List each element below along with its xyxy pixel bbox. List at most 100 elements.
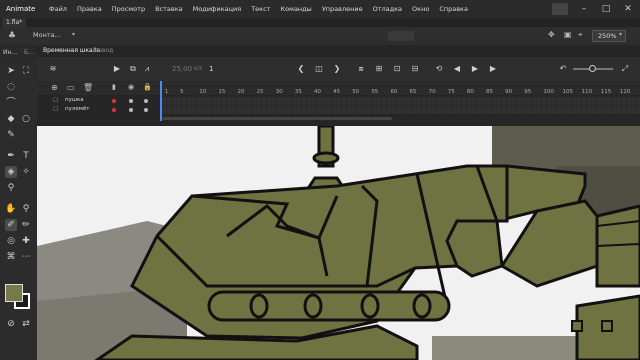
more-tools-icon[interactable]: ⋯ [20, 251, 32, 263]
eraser-icon[interactable]: ✏ [20, 219, 32, 231]
first-frame-icon[interactable]: ❮ [295, 63, 307, 75]
pen-icon[interactable]: ✒ [5, 150, 17, 162]
menu-control[interactable]: Управление [317, 5, 368, 13]
layer-name[interactable]: пушка [65, 97, 84, 103]
layer-row[interactable]: ▢ пулемёт [37, 106, 640, 114]
rotate-icon[interactable]: ◎ [5, 235, 17, 247]
eye-icon[interactable]: ◉ [128, 83, 134, 91]
free-transform-icon[interactable]: ⛶ [20, 65, 32, 77]
folder-icon[interactable]: ▭ [67, 83, 75, 92]
tank-drawing [37, 126, 640, 360]
slider-thumb[interactable] [589, 65, 596, 72]
fill-color-swatch[interactable] [5, 284, 23, 302]
scene-label[interactable]: Монта... [33, 31, 61, 39]
stage-canvas[interactable] [37, 126, 640, 360]
menu-help[interactable]: Справка [434, 5, 473, 13]
clip-icon[interactable]: ▣ [564, 30, 574, 40]
chevron-down-icon[interactable]: ▾ [619, 31, 622, 38]
no-color-icon[interactable]: ⊘ [5, 318, 17, 330]
text-tool-icon[interactable]: T [20, 150, 32, 162]
loop-icon[interactable]: ⟲ [433, 63, 445, 75]
width-icon[interactable]: ✚ [20, 235, 32, 247]
visibility-dot[interactable] [129, 108, 133, 112]
insert-keyframe-icon[interactable]: ◫ [313, 63, 325, 75]
frame-number[interactable]: 1 [209, 65, 213, 73]
menu-debug[interactable]: Отладка [368, 5, 407, 13]
brush-icon[interactable]: ✐ [5, 219, 17, 231]
zoom-frames-icon[interactable]: ⤢ [619, 63, 631, 75]
layer-name[interactable]: пулемёт [65, 106, 90, 112]
pencil-icon[interactable]: ✎ [5, 129, 17, 141]
modify-markers-icon[interactable]: ⊟ [409, 63, 421, 75]
fps-value[interactable]: 25,00 [172, 65, 192, 73]
lasso-icon[interactable]: ◌ [5, 81, 17, 93]
ruler-tick-label: 20 [237, 89, 245, 95]
menu-view[interactable]: Просмотр [107, 5, 150, 13]
layer-color-dot[interactable] [112, 108, 116, 112]
step-forward-icon[interactable]: ▶ [487, 63, 499, 75]
hand-icon[interactable]: ✋ [5, 203, 17, 215]
play-icon[interactable]: ▶ [469, 63, 481, 75]
minimize-icon[interactable]: – [578, 3, 590, 15]
lock-icon[interactable]: 🔒 [143, 83, 152, 91]
close-icon[interactable]: ✕ [622, 3, 634, 15]
scene-icon[interactable]: ♣ [8, 31, 18, 41]
playhead[interactable] [160, 81, 162, 121]
ruler-tick-label: 30 [275, 89, 283, 95]
menu-file[interactable]: Файл [44, 5, 72, 13]
highlight-icon[interactable]: ▮ [112, 83, 116, 91]
maximize-icon[interactable]: □ [600, 3, 612, 15]
layers-icon[interactable]: ≋ [47, 63, 59, 75]
bucket-icon[interactable]: ◈ [5, 166, 17, 178]
delete-layer-icon[interactable]: 🗑 [83, 83, 93, 92]
stage-field[interactable] [388, 31, 414, 41]
bone-icon[interactable]: ⚲ [5, 182, 17, 194]
selection-tool-icon[interactable]: ➤ [5, 65, 17, 77]
asset-warp-icon[interactable]: ⌘ [5, 251, 17, 263]
layer-frames[interactable] [162, 97, 640, 105]
ruler-tick-label: 60 [390, 89, 398, 95]
lock-dot[interactable] [144, 108, 148, 112]
menu-insert[interactable]: Вставка [150, 5, 188, 13]
oval-icon[interactable]: ○ [20, 113, 32, 125]
tab-output[interactable]: Вывод [93, 47, 113, 54]
timeline-panel-header: Временная шкала Вывод [37, 45, 640, 57]
ruler-tick-label: 1 [164, 89, 169, 95]
next-keyframe-icon[interactable]: ❯ [331, 63, 343, 75]
tab-timeline[interactable]: Временная шкала [43, 47, 100, 54]
ruler-tick-label: 90 [505, 89, 513, 95]
menu-window[interactable]: Окно [407, 5, 434, 13]
camera-icon[interactable]: ▶ [111, 63, 123, 75]
document-tab[interactable]: 1.fla* [2, 18, 27, 27]
lock-dot[interactable] [144, 99, 148, 103]
center-stage-icon[interactable]: ⌖ [578, 30, 588, 40]
layer-depth-icon[interactable]: ⧉ [127, 63, 139, 75]
edit-multiple-icon[interactable]: ⊡ [391, 63, 403, 75]
gradient-icon[interactable]: ⌒ [5, 97, 17, 109]
layer-row[interactable]: ▢ пушка [37, 97, 640, 105]
menu-edit[interactable]: Правка [72, 5, 107, 13]
visibility-dot[interactable] [129, 99, 133, 103]
edit-symbol-icon[interactable]: ✥ [548, 30, 558, 40]
layer-icon: ▢ [53, 106, 59, 112]
onion-skin-icon[interactable]: ⧈ [355, 63, 367, 75]
zoom-icon[interactable]: ⚲ [20, 203, 32, 215]
eyedropper-icon[interactable]: ✧ [20, 166, 32, 178]
timeline-scrollbar[interactable] [162, 117, 392, 120]
new-layer-icon[interactable]: ⊕ [51, 83, 58, 92]
layer-frames[interactable] [162, 106, 640, 114]
app-logo: Animate [0, 0, 44, 18]
graph-icon[interactable]: ⩘ [141, 63, 153, 75]
layer-color-dot[interactable] [112, 99, 116, 103]
step-back-icon[interactable]: ◀ [451, 63, 463, 75]
menu-commands[interactable]: Команды [275, 5, 316, 13]
menu-modify[interactable]: Модификация [188, 5, 247, 13]
paint-bucket-icon[interactable]: ◆ [5, 113, 17, 125]
menu-text[interactable]: Текст [246, 5, 275, 13]
onion-outline-icon[interactable]: ⊞ [373, 63, 385, 75]
fit-frames-icon[interactable]: ↶ [557, 63, 569, 75]
chevron-down-icon[interactable]: ▾ [72, 31, 75, 38]
ruler-tick-label: 110 [581, 89, 593, 95]
workspace-icon[interactable] [552, 3, 568, 15]
swap-colors-icon[interactable]: ⇄ [20, 318, 32, 330]
